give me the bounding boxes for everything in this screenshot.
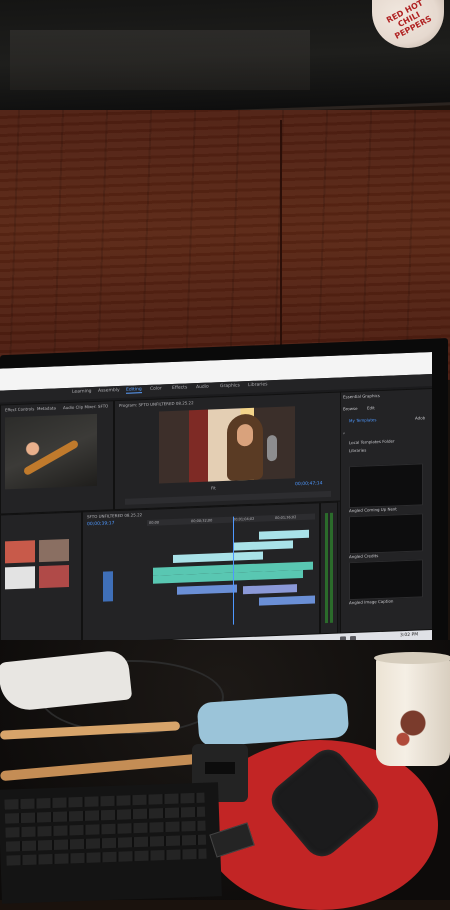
video-clip[interactable] xyxy=(173,551,263,563)
audio-clip[interactable] xyxy=(177,584,237,595)
eg-tab-browse[interactable]: Browse xyxy=(343,406,358,412)
workspace-tab-color[interactable]: Color xyxy=(150,386,162,391)
eg-libraries-checkbox[interactable]: Libraries xyxy=(349,448,366,454)
video-clip[interactable] xyxy=(259,529,309,540)
template-thumb[interactable] xyxy=(349,513,423,555)
audio-clip[interactable] xyxy=(243,584,297,595)
ruler-label: 00;01;36;02 xyxy=(275,515,297,521)
meter-bar xyxy=(325,512,328,624)
project-thumb[interactable] xyxy=(5,566,35,590)
workspace-tab-editing[interactable]: Editing xyxy=(126,387,142,394)
cup-rim xyxy=(374,652,450,664)
tab-audio-clip-mixer[interactable]: Audio Clip Mixer: SFTO xyxy=(63,403,108,410)
template-thumb[interactable] xyxy=(349,559,423,601)
fit-dropdown[interactable]: Fit xyxy=(211,485,216,490)
search-icon[interactable]: ⌕ xyxy=(343,430,345,435)
keyboard xyxy=(0,782,222,904)
workspace-tab-graphics[interactable]: Graphics xyxy=(220,383,240,389)
template-label: Angled Coming Up Next xyxy=(349,506,397,514)
essential-graphics-panel: Essential Graphics Browse Edit My Templa… xyxy=(340,387,432,634)
ruler-label: 00;00;32;00 xyxy=(191,518,213,524)
ruler-label: 00;00 xyxy=(149,520,160,525)
tab-metadata[interactable]: Metadata xyxy=(37,405,56,411)
program-title: Program: SFTO UNFILTERED 08.25.22 xyxy=(119,400,194,409)
track-targets[interactable] xyxy=(103,571,113,602)
project-thumb[interactable] xyxy=(39,564,69,589)
eg-adobe-stock[interactable]: Adob xyxy=(415,415,425,420)
keyboard-row xyxy=(6,848,207,866)
source-video-frame xyxy=(5,413,97,490)
cup-illustration xyxy=(388,696,438,750)
project-thumb[interactable] xyxy=(39,538,69,563)
template-label: Angled Credits xyxy=(349,553,379,560)
tab-effect-controls[interactable]: Effect Controls xyxy=(5,406,34,412)
timeline-timecode: 00;00;39;17 xyxy=(87,521,115,528)
source-panel: Effect Controls Metadata Audio Clip Mixe… xyxy=(0,400,114,515)
wood-seam xyxy=(280,120,282,360)
taskbar-clock: 3:02 PM xyxy=(400,632,419,639)
program-monitor: Program: SFTO UNFILTERED 08.25.22 Fit 00… xyxy=(114,391,342,511)
project-thumb[interactable] xyxy=(5,540,35,564)
audio-clip[interactable] xyxy=(259,595,315,606)
poster-photo-stage xyxy=(10,30,310,90)
video-clip[interactable] xyxy=(233,540,293,551)
workspace-tab-learning[interactable]: Learning xyxy=(72,389,92,395)
meter-bar xyxy=(330,512,333,623)
workspace-tab-libraries[interactable]: Libraries xyxy=(248,382,267,388)
microphone-image xyxy=(267,434,277,462)
eg-local-templates-checkbox[interactable]: Local Templates Folder xyxy=(349,438,395,445)
ruler-label: 00;01;04;02 xyxy=(233,516,255,522)
monitor-screen: Learning Assembly Editing Color Effects … xyxy=(0,352,432,659)
workspace-tab-assembly[interactable]: Assembly xyxy=(98,388,120,394)
program-timecode: 00;00;47;14 xyxy=(295,481,323,488)
recorder-screen xyxy=(205,762,235,774)
template-thumb[interactable] xyxy=(349,463,423,509)
audio-meters xyxy=(320,501,338,635)
playhead[interactable] xyxy=(233,516,234,625)
singer-face xyxy=(237,423,253,447)
eg-tab-edit[interactable]: Edit xyxy=(367,405,375,410)
timeline-panel: SFTO UNFILTERED 08.25.22 00;00;39;17 00;… xyxy=(82,502,320,644)
guitar-image xyxy=(22,439,80,477)
workspace-tab-effects[interactable]: Effects xyxy=(172,385,187,391)
program-video-frame xyxy=(159,406,295,484)
eg-templates-dropdown[interactable]: My Templates xyxy=(349,417,376,423)
sequence-tab[interactable]: SFTO UNFILTERED 08.25.22 xyxy=(87,512,142,519)
template-label: Angled Image Caption xyxy=(349,598,394,606)
eg-title: Essential Graphics xyxy=(343,393,380,400)
project-panel xyxy=(0,511,82,647)
workspace-tab-audio[interactable]: Audio xyxy=(196,385,209,390)
